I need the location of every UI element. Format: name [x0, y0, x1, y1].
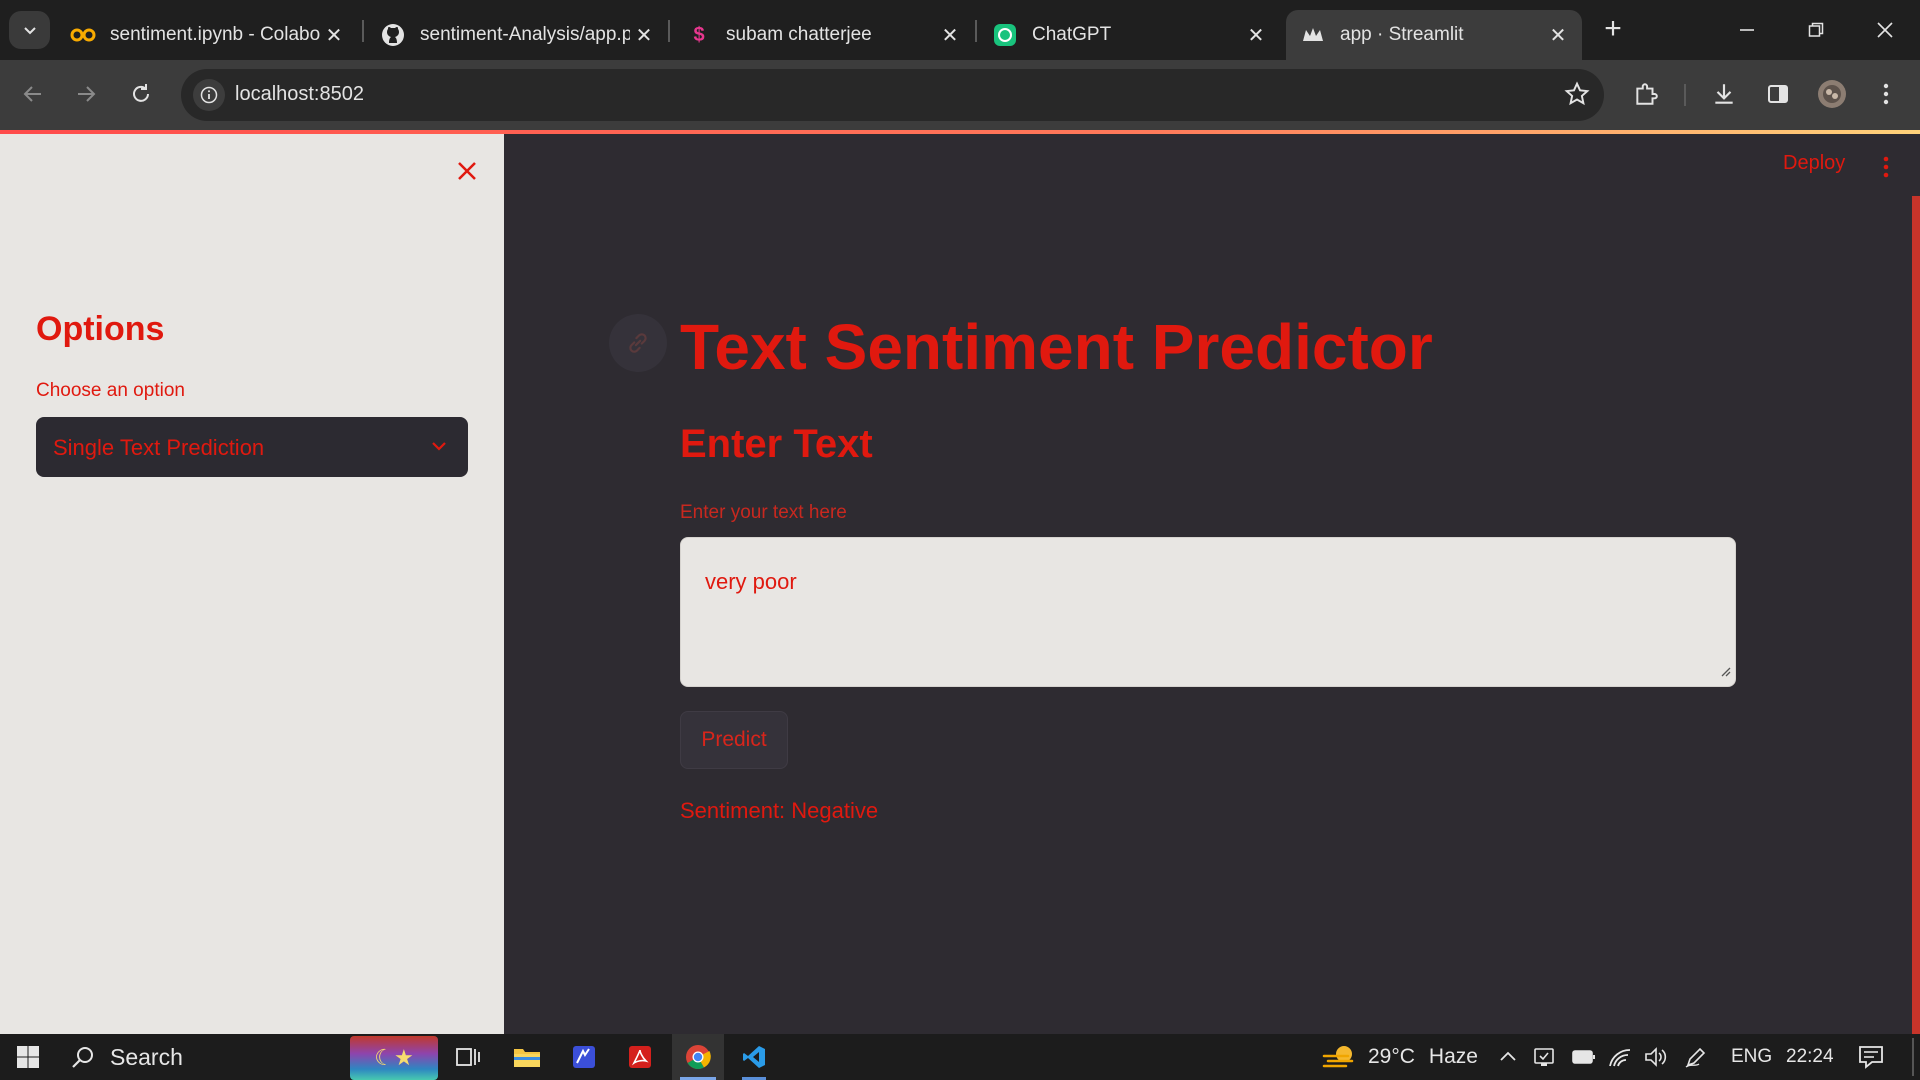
textarea-label: Enter your text here — [680, 502, 847, 523]
task-view-icon[interactable] — [450, 1034, 486, 1080]
sidebar: Options Choose an option Single Text Pre… — [0, 134, 504, 1034]
tab-separator — [668, 20, 670, 42]
tab-separator — [975, 20, 977, 42]
bookmark-star-icon[interactable] — [1564, 81, 1590, 112]
tab-title: subam chatterjee — [726, 24, 872, 45]
new-tab-button[interactable]: + — [1598, 14, 1628, 44]
tab-separator — [362, 20, 364, 42]
minimize-icon — [1740, 29, 1754, 31]
tab-colab[interactable]: sentiment.ipynb - Colabo ✕ — [56, 10, 358, 60]
github-icon — [380, 22, 406, 48]
tab-title: ChatGPT — [1032, 24, 1112, 45]
windows-logo-icon — [17, 1046, 39, 1068]
tab-title: sentiment.ipynb - Colabo — [110, 24, 320, 45]
tab-slack[interactable]: $ subam chatterjee ✕ — [672, 10, 974, 60]
restore-button[interactable] — [1796, 12, 1836, 48]
close-tab-icon[interactable]: ✕ — [320, 21, 348, 49]
battery-icon[interactable] — [1572, 1034, 1596, 1080]
address-bar[interactable]: localhost:8502 — [181, 69, 1604, 121]
header-anchor-link[interactable] — [609, 314, 667, 372]
browser-menu-icon[interactable] — [1868, 76, 1904, 112]
chevron-down-icon — [23, 27, 36, 35]
volume-icon[interactable] — [1644, 1034, 1668, 1080]
chatgpt-icon — [992, 22, 1018, 48]
textarea-value: very poor — [705, 569, 797, 594]
main-menu-icon[interactable] — [1876, 152, 1896, 182]
restore-icon — [1808, 22, 1824, 37]
close-tab-icon[interactable]: ✕ — [936, 21, 964, 49]
search-icon — [72, 1047, 93, 1068]
weather-temp: 29°C — [1368, 1045, 1415, 1068]
tab-search-dropdown[interactable] — [9, 11, 50, 49]
pen-icon[interactable] — [1685, 1034, 1707, 1080]
tray-overflow-icon[interactable] — [1498, 1034, 1518, 1080]
show-desktop-button[interactable] — [1912, 1038, 1914, 1076]
page-title: Text Sentiment Predictor — [680, 311, 1433, 383]
side-panel-icon[interactable] — [1760, 76, 1796, 112]
streamlit-icon — [1300, 22, 1326, 48]
browser-toolbar: localhost:8502 — [0, 60, 1920, 130]
file-explorer-icon[interactable] — [509, 1034, 545, 1080]
forward-button[interactable] — [66, 74, 106, 114]
acrobat-icon[interactable] — [622, 1034, 658, 1080]
tab-github[interactable]: sentiment-Analysis/app.p ✕ — [366, 10, 668, 60]
wifi-icon[interactable] — [1608, 1034, 1632, 1080]
sidebar-heading: Options — [36, 310, 165, 348]
close-icon — [458, 162, 476, 180]
close-icon — [1877, 22, 1893, 38]
toolbar-divider — [1684, 84, 1686, 106]
deploy-button[interactable]: Deploy — [1783, 152, 1845, 175]
sentiment-result: Sentiment: Negative — [680, 798, 879, 823]
predict-button[interactable]: Predict — [680, 711, 788, 769]
tab-chatgpt[interactable]: ChatGPT ✕ — [978, 10, 1280, 60]
main-content: Deploy Text Sentiment Predictor Enter Te… — [504, 134, 1920, 1034]
downloads-icon[interactable] — [1706, 76, 1742, 112]
link-icon — [629, 333, 647, 353]
chevron-down-icon — [430, 437, 448, 460]
colab-icon — [70, 22, 96, 48]
scrollbar[interactable] — [1912, 196, 1920, 1034]
option-select[interactable]: Single Text Prediction — [36, 417, 468, 477]
profile-avatar[interactable] — [1814, 76, 1850, 112]
search-label: Search — [110, 1043, 183, 1070]
section-heading: Enter Text — [680, 422, 873, 466]
arrow-left-icon — [23, 86, 41, 102]
tab-title: app · Streamlit — [1340, 24, 1464, 45]
language-indicator[interactable]: ENG — [1731, 1034, 1772, 1080]
haze-icon — [1322, 1046, 1354, 1068]
select-value: Single Text Prediction — [53, 435, 265, 460]
close-window-button[interactable] — [1865, 12, 1905, 48]
back-button[interactable] — [13, 74, 53, 114]
close-tab-icon[interactable]: ✕ — [1242, 21, 1270, 49]
select-label: Choose an option — [36, 380, 185, 401]
chrome-taskbar-icon[interactable] — [672, 1034, 724, 1080]
taskbar: Search ☾★ 29°C Haze ENG 22:24 — [0, 1034, 1920, 1080]
browser-tab-bar: sentiment.ipynb - Colabo ✕ sentiment-Ana… — [0, 0, 1920, 60]
close-tab-icon[interactable]: ✕ — [1544, 21, 1572, 49]
network-status-icon[interactable] — [1533, 1034, 1557, 1080]
powerautomate-icon[interactable] — [566, 1034, 602, 1080]
close-sidebar-button[interactable] — [452, 156, 482, 186]
extensions-icon[interactable] — [1628, 76, 1664, 112]
clock[interactable]: 22:24 — [1786, 1034, 1834, 1080]
url-text: localhost:8502 — [235, 83, 364, 105]
search-highlight-icon: ☾★ — [350, 1036, 438, 1080]
tab-streamlit[interactable]: app · Streamlit ✕ — [1286, 10, 1582, 60]
reload-icon — [133, 84, 149, 102]
start-button[interactable] — [8, 1034, 48, 1080]
vscode-icon[interactable] — [736, 1034, 772, 1080]
weather-desc: Haze — [1428, 1045, 1478, 1068]
text-input-area[interactable]: very poor — [680, 537, 1736, 687]
site-info-icon[interactable] — [193, 79, 225, 111]
tab-title: sentiment-Analysis/app.p — [420, 24, 630, 45]
minimize-button[interactable] — [1727, 12, 1767, 48]
notifications-icon[interactable] — [1858, 1034, 1884, 1080]
taskbar-search[interactable]: Search ☾★ — [56, 1034, 438, 1080]
close-tab-icon[interactable]: ✕ — [630, 21, 658, 49]
weather-widget[interactable]: 29°C Haze — [1322, 1034, 1478, 1080]
reload-button[interactable] — [121, 74, 161, 114]
arrow-right-icon — [78, 86, 96, 102]
slack-s-icon: $ — [693, 23, 705, 46]
resize-handle-icon[interactable] — [1719, 664, 1731, 682]
